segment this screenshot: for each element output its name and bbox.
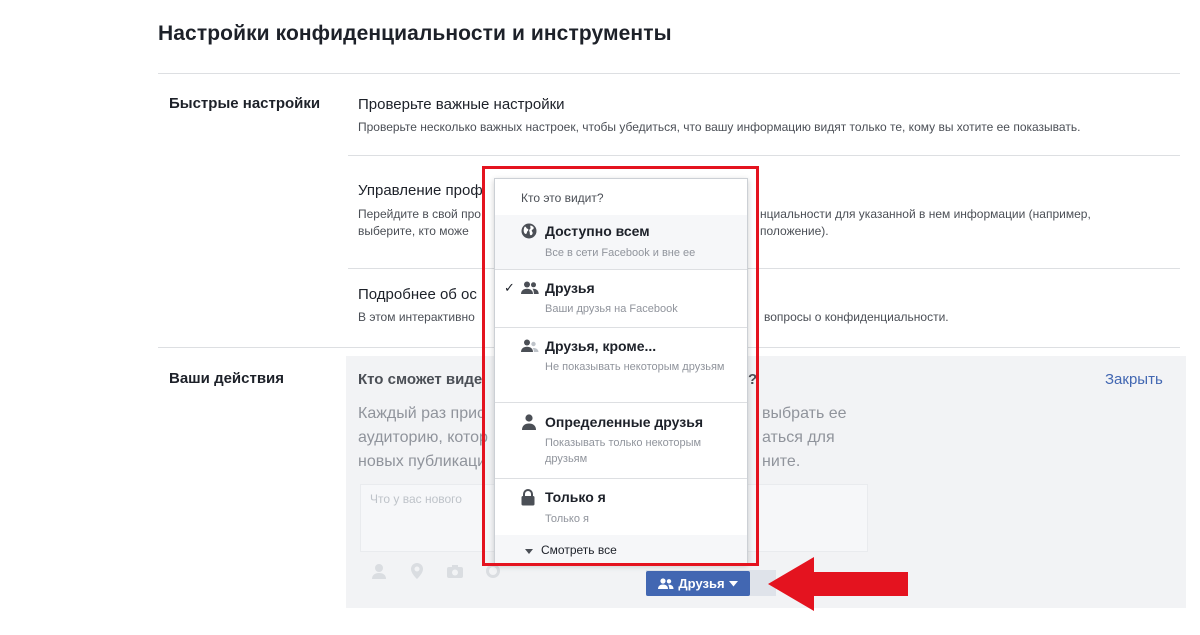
audience-button-label: Друзья bbox=[678, 576, 725, 591]
red-arrow-icon bbox=[768, 557, 908, 611]
actions-desc-line: аться для bbox=[762, 429, 835, 446]
page-title: Настройки конфиденциальности и инструмен… bbox=[158, 22, 672, 45]
privacy-settings-page: Настройки конфиденциальности и инструмен… bbox=[0, 0, 1200, 635]
camera-icon[interactable] bbox=[446, 562, 464, 580]
actions-desc-line: ните. bbox=[762, 453, 801, 470]
close-link[interactable]: Закрыть bbox=[1105, 371, 1163, 388]
chevron-down-icon bbox=[728, 580, 738, 587]
actions-desc-line: выбрать ее bbox=[762, 405, 847, 422]
divider bbox=[348, 268, 1180, 269]
audience-selector-button[interactable]: Друзья bbox=[646, 571, 750, 596]
your-actions-label: Ваши действия bbox=[169, 370, 285, 387]
composer-placeholder: Что у вас нового bbox=[370, 492, 462, 506]
divider bbox=[348, 155, 1180, 156]
actions-desc-right: выбрать ее аться для ните. bbox=[762, 402, 862, 474]
who-can-see-title: Кто сможет виде bbox=[358, 371, 483, 388]
red-highlight-box bbox=[482, 166, 759, 566]
location-icon[interactable] bbox=[408, 562, 426, 580]
manage-profile-desc-2b: положение). bbox=[760, 224, 829, 238]
tag-friends-icon[interactable] bbox=[370, 562, 388, 580]
learn-more-desc-b: вопросы о конфиденциальности. bbox=[764, 310, 949, 324]
title-divider bbox=[158, 73, 1180, 74]
manage-profile-link[interactable]: Управление проф bbox=[358, 182, 483, 199]
learn-more-link[interactable]: Подробнее об ос bbox=[358, 286, 477, 303]
friends-icon bbox=[658, 577, 674, 590]
check-settings-link[interactable]: Проверьте важные настройки bbox=[358, 96, 565, 113]
quick-settings-label: Быстрые настройки bbox=[169, 95, 321, 112]
check-settings-desc: Проверьте несколько важных настроек, что… bbox=[358, 120, 1081, 134]
learn-more-desc-a: В этом интерактивно bbox=[358, 310, 475, 324]
manage-profile-desc-2a: выберите, кто може bbox=[358, 224, 469, 238]
